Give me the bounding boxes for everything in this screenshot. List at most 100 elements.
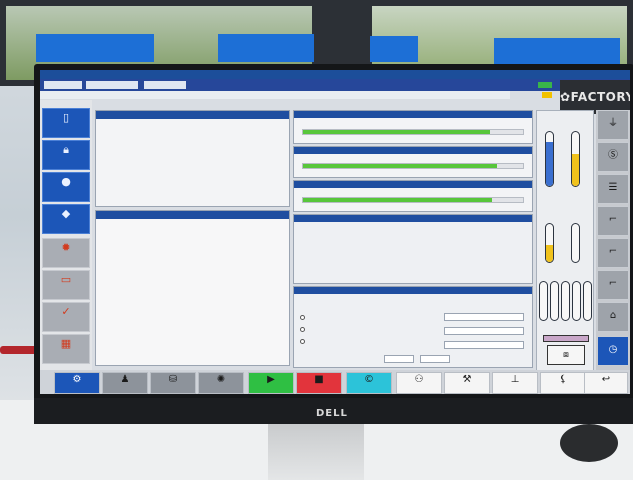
toolbar-field[interactable] xyxy=(144,81,186,89)
gauge-tube xyxy=(571,131,580,187)
bag-button[interactable]: ⛁ xyxy=(150,372,196,394)
table-row[interactable] xyxy=(96,154,289,168)
bulb-icon: ● xyxy=(61,175,71,188)
status-strip xyxy=(40,91,510,99)
progress-fill xyxy=(303,130,490,134)
axis-icon: ⊥ xyxy=(510,374,520,385)
options-panel xyxy=(293,286,533,368)
option-radio[interactable] xyxy=(300,315,305,320)
status-indicator-yellow xyxy=(542,92,552,98)
option-input[interactable] xyxy=(444,327,524,335)
cylinder xyxy=(539,281,548,321)
gauge-level xyxy=(546,141,553,186)
nav-item-location[interactable]: ◆ xyxy=(42,204,90,234)
settings-button[interactable]: ⚙ xyxy=(54,372,100,394)
stop-button[interactable]: ■ xyxy=(296,372,342,394)
brand-text: FACTORY xyxy=(570,90,630,104)
robot-icon: ⚇ xyxy=(414,374,424,385)
blue-sign xyxy=(36,34,154,62)
option-input[interactable] xyxy=(420,355,450,363)
inbox-check-icon: ✓ xyxy=(61,305,71,318)
valve-icon: ⧈ xyxy=(547,345,585,365)
tools-button[interactable]: ⚸ xyxy=(540,372,586,394)
back-button[interactable]: ↩ xyxy=(584,372,628,394)
blue-sign xyxy=(370,36,418,62)
adjust-button[interactable]: ☰ xyxy=(597,174,629,204)
gauge-level xyxy=(546,244,553,262)
progress-panel-title xyxy=(294,181,532,188)
table-row[interactable] xyxy=(96,188,289,202)
home-icon: ⌂ xyxy=(609,310,617,321)
nav-item-machine[interactable]: ▦ xyxy=(42,334,90,364)
arm-icon: ⚒ xyxy=(462,374,472,385)
nav-item-door[interactable]: ▯ xyxy=(42,108,90,138)
nav-item-lock[interactable]: 🔒︎ xyxy=(42,140,90,170)
warning-bulb-icon: ✹ xyxy=(61,241,71,254)
brand-logo: ✿FACTORY xyxy=(560,80,630,114)
settings-icon: ✺ xyxy=(216,374,226,385)
progress-panel xyxy=(293,146,533,178)
screen: ✿FACTORY ▯ 🔒︎ ● ◆ ✹ ▭ ✓ ▦ ⧈ ⏚ Ⓢ ☰ ⌐ ⌐ ⌐ … xyxy=(40,70,630,394)
table-row[interactable] xyxy=(96,171,289,185)
progress-fill xyxy=(303,198,493,202)
nav-item-tray[interactable]: ▭ xyxy=(42,270,90,300)
gauge-panel: ⧈ xyxy=(536,110,594,372)
bag-icon: ⛁ xyxy=(168,374,178,385)
option-input[interactable] xyxy=(444,341,524,349)
checklist-header xyxy=(294,215,532,222)
action-bar: ⚙ ♟ ⛁ ✺ ▶ ■ © ⚇ ⚒ ⊥ ⚸ ↩ xyxy=(40,370,630,394)
feed-button[interactable]: ⌐ xyxy=(597,206,629,236)
config-button[interactable]: ✺ xyxy=(198,372,244,394)
clock-icon: ◷ xyxy=(608,344,618,355)
copyright-button[interactable]: © xyxy=(346,372,392,394)
cylinder xyxy=(572,281,581,321)
nav-item-warning[interactable]: ✹ xyxy=(42,238,90,268)
gauge-tube xyxy=(545,131,554,187)
table-row[interactable] xyxy=(96,120,289,134)
stop-icon: ■ xyxy=(314,374,324,385)
feed-icon: ⌐ xyxy=(608,214,618,225)
bolt-icon: ⏚ xyxy=(608,118,618,129)
status-indicator-green xyxy=(538,82,552,88)
bolt-button[interactable]: ⏚ xyxy=(597,110,629,140)
tray-icon: ▭ xyxy=(60,273,72,286)
blue-sign xyxy=(494,38,620,64)
joystick-button[interactable]: ♟ xyxy=(102,372,148,394)
gear-icon: ⚙ xyxy=(72,374,82,385)
option-input[interactable] xyxy=(384,355,414,363)
nav-item-inbox[interactable]: ✓ xyxy=(42,302,90,332)
tools-icon: ⚸ xyxy=(559,374,567,385)
option-input[interactable] xyxy=(444,313,524,321)
axis-button[interactable]: ⊥ xyxy=(492,372,538,394)
feed-button[interactable]: ⌐ xyxy=(597,270,629,300)
feed-icon: ⌐ xyxy=(608,278,618,289)
checklist-panel xyxy=(293,214,533,284)
home-button[interactable]: ⌂ xyxy=(597,302,629,332)
right-toolbar: ⏚ Ⓢ ☰ ⌐ ⌐ ⌐ ⌂ ◷ xyxy=(596,110,630,372)
play-icon: ▶ xyxy=(267,374,275,385)
cable xyxy=(0,346,38,354)
progress-panel xyxy=(293,180,533,212)
play-button[interactable]: ▶ xyxy=(248,372,294,394)
arm-button[interactable]: ⚒ xyxy=(444,372,490,394)
clock-button[interactable]: ◷ xyxy=(597,336,629,366)
table-row[interactable] xyxy=(96,137,289,151)
monitor-stand xyxy=(268,424,364,480)
feed-icon: ⌐ xyxy=(608,246,618,257)
copyright-icon: © xyxy=(364,374,374,385)
cylinder xyxy=(561,281,570,321)
robot-button[interactable]: ⚇ xyxy=(396,372,442,394)
table-header xyxy=(96,111,289,119)
stop-button[interactable]: Ⓢ xyxy=(597,142,629,172)
feed-button[interactable]: ⌐ xyxy=(597,238,629,268)
progress-panel-title xyxy=(294,147,532,154)
option-radio[interactable] xyxy=(300,339,305,344)
nav-item-bulb[interactable]: ● xyxy=(42,172,90,202)
toolbar-field[interactable] xyxy=(86,81,138,89)
toolbar-field[interactable] xyxy=(44,81,82,89)
option-radio[interactable] xyxy=(300,327,305,332)
left-nav: ▯ 🔒︎ ● ◆ ✹ ▭ ✓ ▦ xyxy=(40,100,92,370)
gauge-tube xyxy=(571,223,580,263)
progress-panel-title xyxy=(294,111,532,118)
cylinder xyxy=(550,281,559,321)
